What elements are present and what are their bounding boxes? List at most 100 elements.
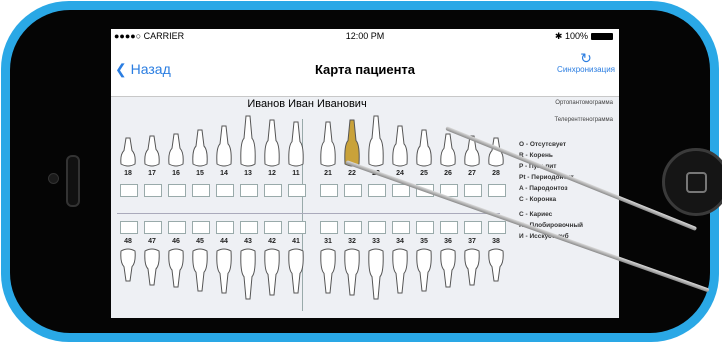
tooth-number: 12 (268, 170, 276, 177)
app-screen: ●●●●○ CARRIER 12:00 PM ✱ 100% ❮ Назад Ка… (111, 29, 619, 318)
tooth-status-box[interactable] (264, 221, 282, 234)
tooth-number: 13 (244, 170, 252, 177)
tooth-number: 36 (444, 238, 452, 245)
status-bar: ●●●●○ CARRIER 12:00 PM ✱ 100% (111, 29, 619, 44)
tooth-status-box[interactable] (192, 184, 210, 197)
tooth-status-box[interactable] (264, 184, 282, 197)
tooth-number: 45 (196, 238, 204, 245)
tooth-status-box[interactable] (120, 221, 138, 234)
battery-percent: 100% (564, 31, 588, 41)
tooth-image[interactable] (319, 248, 337, 294)
page-title: Карта пациента (314, 62, 416, 77)
home-square-icon (686, 172, 707, 193)
tooth-image[interactable] (119, 248, 137, 282)
tooth-image[interactable] (263, 248, 281, 296)
tooth-number: 31 (324, 238, 332, 245)
tooth-status-box[interactable] (168, 184, 186, 197)
tooth-image[interactable] (263, 119, 281, 167)
tooth-number: 26 (444, 170, 452, 177)
tooth-image[interactable] (119, 137, 137, 167)
tooth-status-box[interactable] (416, 221, 434, 234)
battery-indicator: ✱ 100% (555, 31, 613, 42)
tooth-image[interactable] (191, 248, 209, 292)
speaker-grille (66, 155, 80, 207)
tooth-status-box[interactable] (240, 221, 258, 234)
tooth-status-box[interactable] (344, 221, 362, 234)
tooth-number: 35 (420, 238, 428, 245)
tooth-image[interactable] (439, 248, 457, 288)
tooth-image[interactable] (167, 133, 185, 167)
tooth-number: 18 (124, 170, 132, 177)
legend-item: С - Кариес (519, 211, 553, 218)
tooth-status-box[interactable] (464, 221, 482, 234)
tooth-number: 42 (268, 238, 276, 245)
tooth-image[interactable] (415, 248, 433, 292)
bluetooth-icon: ✱ (554, 31, 565, 41)
tooth-status-box[interactable] (288, 221, 306, 234)
tooth-number: 25 (420, 170, 428, 177)
tooth-status-box[interactable] (440, 221, 458, 234)
tooth-image[interactable] (143, 135, 161, 167)
tooth-number: 34 (396, 238, 404, 245)
tooth-image[interactable] (319, 121, 337, 167)
tooth-status-box[interactable] (368, 221, 386, 234)
tooth-image[interactable] (191, 129, 209, 167)
tooth-number: 28 (492, 170, 500, 177)
tooth-image[interactable] (439, 133, 457, 167)
tooth-image[interactable] (287, 121, 305, 167)
tooth-image[interactable] (391, 248, 409, 294)
tooth-number: 21 (324, 170, 332, 177)
tooth-status-box[interactable] (192, 221, 210, 234)
tooth-status-box[interactable] (144, 184, 162, 197)
tooth-status-box[interactable] (488, 184, 506, 197)
tooth-status-box[interactable] (320, 184, 338, 197)
legend-item: R - Корень (519, 152, 553, 159)
tooth-status-box[interactable] (320, 221, 338, 234)
tooth-status-box[interactable] (216, 221, 234, 234)
tooth-image[interactable] (367, 248, 385, 300)
front-camera (48, 173, 59, 184)
tooth-status-box[interactable] (288, 184, 306, 197)
tooth-number: 16 (172, 170, 180, 177)
tooth-number: 22 (348, 170, 356, 177)
tooth-number: 38 (492, 238, 500, 245)
tooth-image[interactable] (463, 248, 481, 286)
tooth-number: 46 (172, 238, 180, 245)
tooth-status-box[interactable] (168, 221, 186, 234)
tooth-status-box[interactable] (368, 184, 386, 197)
tooth-image[interactable] (343, 248, 361, 296)
tooth-status-box[interactable] (216, 184, 234, 197)
tooth-image[interactable] (287, 248, 305, 294)
tooth-image[interactable] (343, 119, 361, 167)
tooth-image[interactable] (167, 248, 185, 288)
tooth-image[interactable] (239, 115, 257, 167)
tooth-number: 48 (124, 238, 132, 245)
teleroentgenogram-link[interactable]: Телерентгенограмма (554, 117, 613, 123)
tooth-status-box[interactable] (344, 184, 362, 197)
tooth-image[interactable] (391, 125, 409, 167)
dental-chart: Иванов Иван Иванович Ортопантомограмма Т… (111, 97, 619, 318)
tooth-image[interactable] (239, 248, 257, 300)
tooth-image[interactable] (143, 248, 161, 286)
tooth-image[interactable] (487, 248, 505, 282)
tooth-status-box[interactable] (144, 221, 162, 234)
sync-button[interactable]: ↻ Синхронизация (557, 51, 615, 74)
orthopantomogram-link[interactable]: Ортопантомограмма (555, 100, 613, 106)
tooth-number: 32 (348, 238, 356, 245)
sync-label: Синхронизация (557, 65, 615, 74)
tooth-image[interactable] (215, 248, 233, 294)
tooth-image[interactable] (215, 125, 233, 167)
tooth-image[interactable] (367, 115, 385, 167)
tooth-number: 44 (220, 238, 228, 245)
home-button[interactable] (662, 148, 722, 216)
tooth-status-box[interactable] (392, 221, 410, 234)
tooth-number: 33 (372, 238, 380, 245)
legend-item: O - Отсутсвует (519, 141, 567, 148)
tooth-status-box[interactable] (488, 221, 506, 234)
tooth-status-box[interactable] (464, 184, 482, 197)
tooth-number: 11 (292, 170, 300, 177)
jaw-divider (117, 213, 500, 214)
tooth-status-box[interactable] (240, 184, 258, 197)
tooth-image[interactable] (415, 129, 433, 167)
tooth-status-box[interactable] (120, 184, 138, 197)
